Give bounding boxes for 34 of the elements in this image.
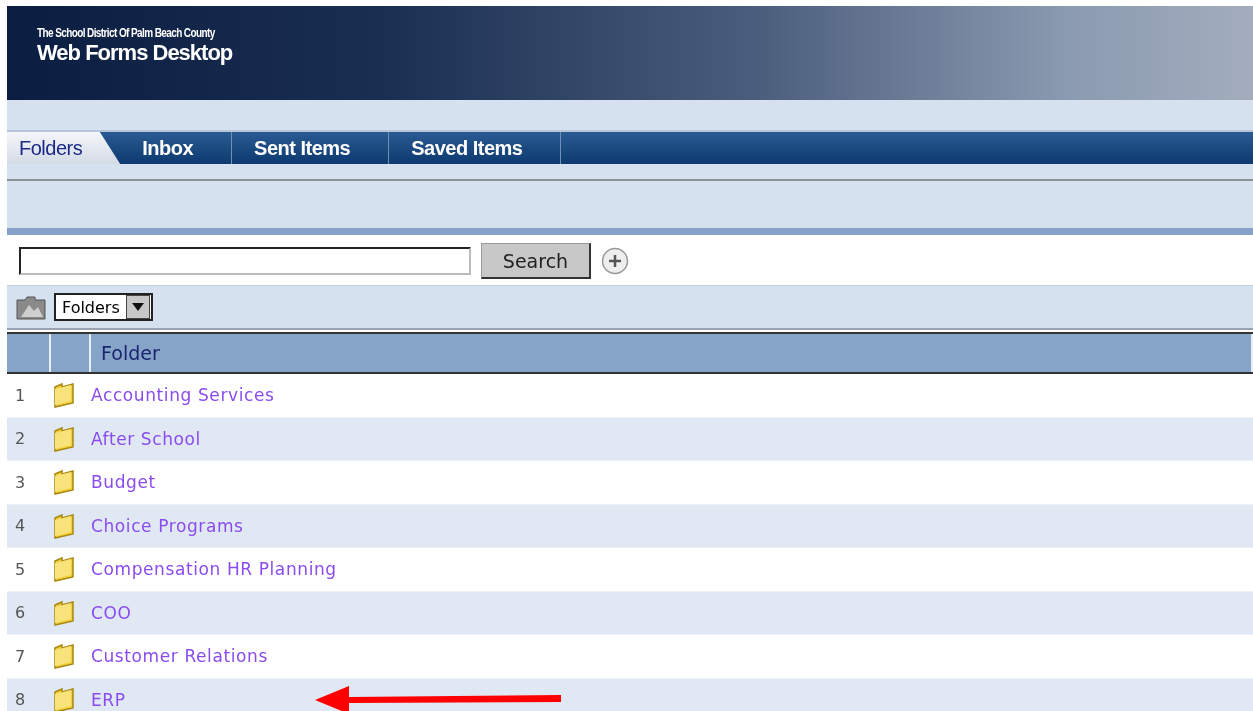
folder-icon <box>51 642 77 671</box>
folder-icon <box>51 511 77 540</box>
row-number: 7 <box>14 646 27 666</box>
row-number: 6 <box>14 603 27 623</box>
row-number: 4 <box>14 516 27 536</box>
folder-link[interactable]: Customer Relations <box>91 646 268 667</box>
row-number: 1 <box>14 385 27 405</box>
row-number: 3 <box>14 472 27 492</box>
caret-icon <box>131 303 144 311</box>
folder-link[interactable]: Budget <box>91 472 156 493</box>
view-dropdown[interactable]: Folders <box>54 293 153 321</box>
add-icon[interactable] <box>601 247 629 275</box>
folder-link[interactable]: COO <box>91 602 132 623</box>
tab[interactable]: Folders <box>7 132 121 164</box>
column-header: Folder <box>91 334 1253 372</box>
folder-link[interactable]: Compensation HR Planning <box>91 559 337 580</box>
search-button[interactable]: Search <box>481 243 591 279</box>
folder-link[interactable]: ERP <box>91 689 126 710</box>
row-number: 2 <box>14 429 27 449</box>
row-number: 8 <box>14 690 27 710</box>
folder-icon <box>51 555 77 584</box>
folder-icon <box>51 685 77 711</box>
app-title: Web Forms Desktop <box>37 40 233 66</box>
folder-icon <box>51 598 77 627</box>
district-name: The School District Of Palm Beach County <box>37 25 215 40</box>
folder-icon <box>51 381 77 410</box>
search-field[interactable] <box>19 247 471 275</box>
folder-link[interactable]: Accounting Services <box>91 385 275 406</box>
row-number: 5 <box>14 559 27 579</box>
folder-icon <box>51 468 77 497</box>
folder-link[interactable]: After School <box>91 428 201 449</box>
folder-link[interactable]: Choice Programs <box>91 515 244 536</box>
folder-icon <box>51 424 77 453</box>
folder-up-icon[interactable] <box>16 294 46 320</box>
